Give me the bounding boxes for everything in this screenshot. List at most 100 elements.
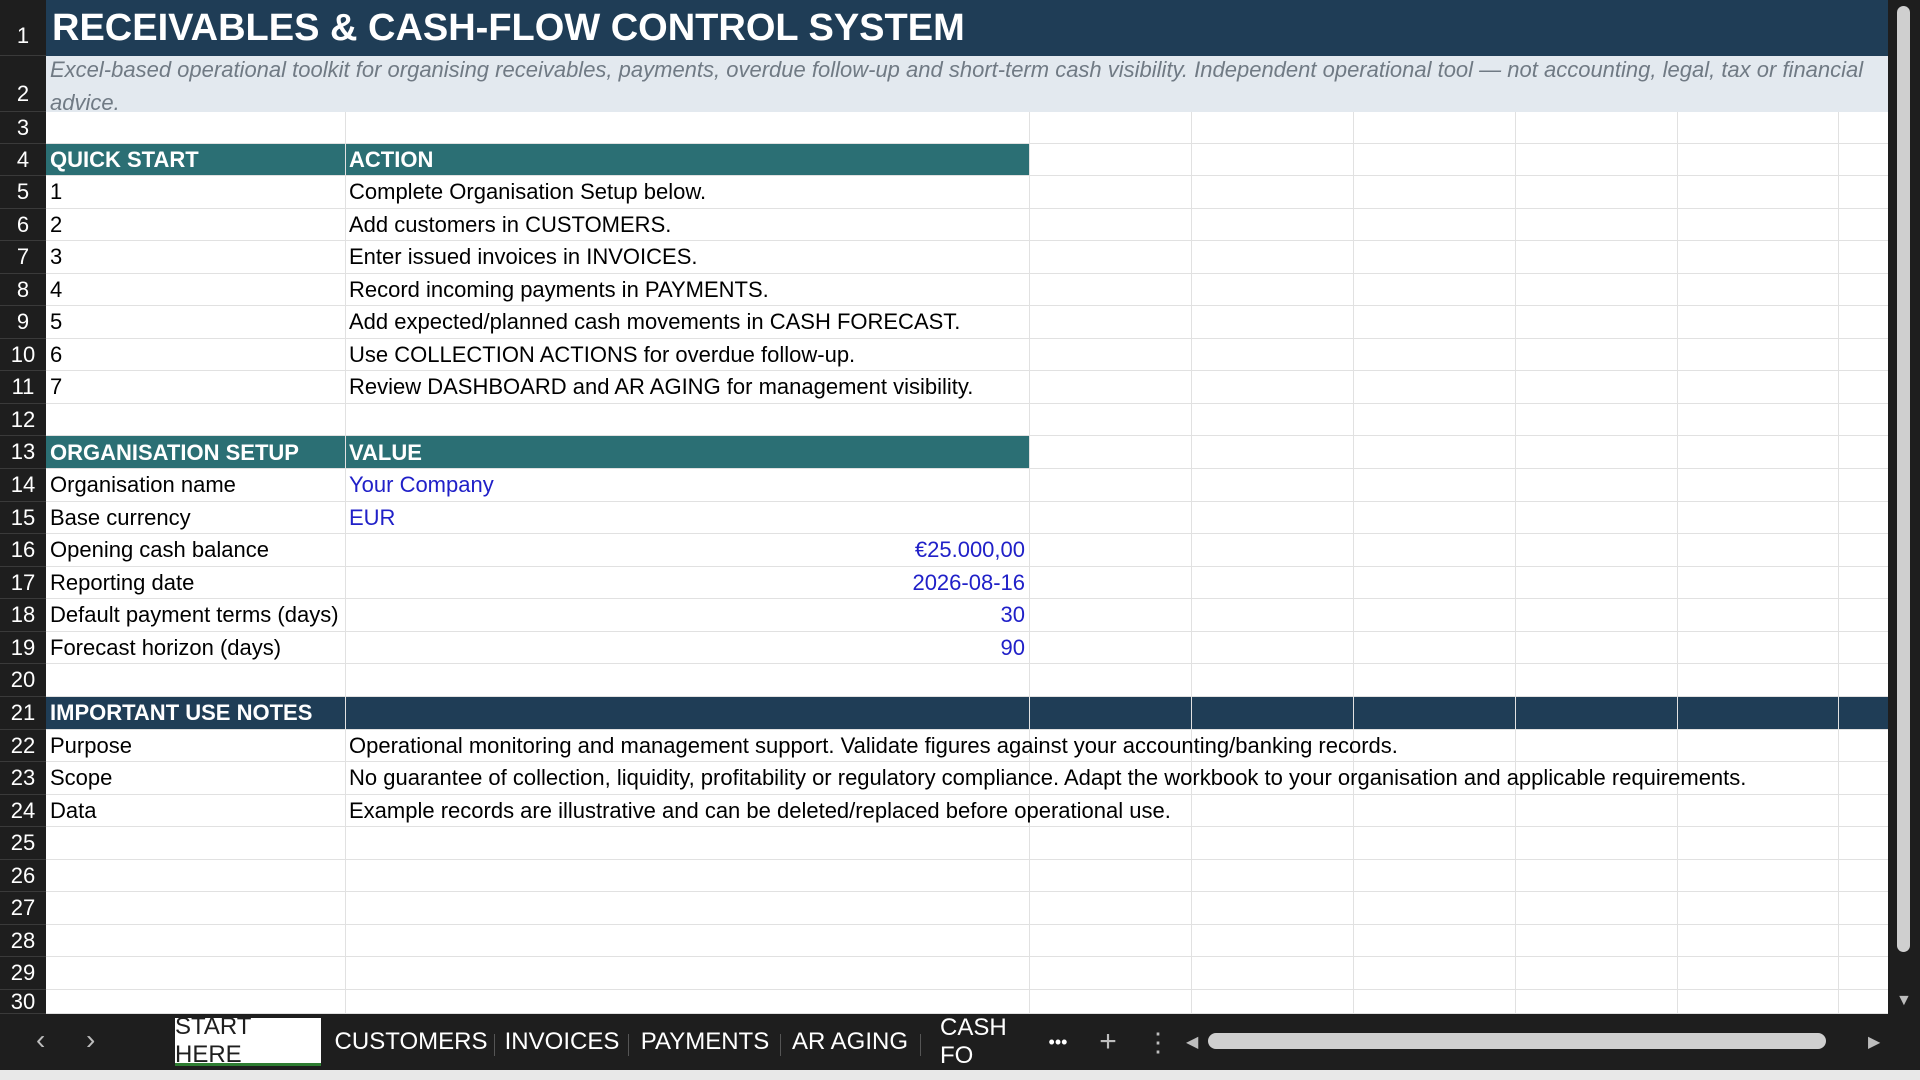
- column-gridline: [1353, 112, 1354, 1014]
- row-number: 1: [16, 23, 30, 48]
- row-header[interactable]: 22: [0, 730, 46, 762]
- row-number: 30: [10, 988, 36, 1014]
- payment-terms-value[interactable]: 30: [345, 599, 1029, 631]
- row-header[interactable]: 5: [0, 176, 46, 209]
- notes-header: IMPORTANT USE NOTES: [50, 700, 313, 725]
- tab-cash-forecast[interactable]: CASH FO: [928, 1018, 1040, 1066]
- row-header[interactable]: 10: [0, 339, 46, 371]
- base-currency-value[interactable]: EUR: [345, 502, 399, 534]
- quick-start-step-number[interactable]: 1: [46, 176, 66, 208]
- prev-sheet-button[interactable]: ‹: [36, 1024, 45, 1056]
- tab-start-here[interactable]: START HERE: [175, 1013, 321, 1068]
- quick-start-step-action[interactable]: Add expected/planned cash movements in C…: [345, 306, 964, 338]
- quick-start-step-number[interactable]: 7: [46, 371, 66, 403]
- tab-label: PAYMENTS: [640, 1028, 770, 1055]
- row-header[interactable]: 4: [0, 144, 46, 176]
- organisation-name-value[interactable]: Your Company: [345, 469, 498, 501]
- tab-separator: [494, 1034, 495, 1056]
- row-header[interactable]: 19: [0, 632, 46, 664]
- row-header[interactable]: 7: [0, 241, 46, 274]
- vertical-scroll-thumb[interactable]: [1897, 6, 1910, 952]
- row-header[interactable]: 13: [0, 436, 46, 469]
- org-setup-label[interactable]: Reporting date: [46, 567, 198, 599]
- note-text[interactable]: Operational monitoring and management su…: [345, 730, 1402, 762]
- hscroll-right-arrow-icon[interactable]: ▶: [1868, 1032, 1880, 1052]
- horizontal-scroll-thumb[interactable]: [1208, 1033, 1826, 1049]
- tab-payments[interactable]: PAYMENTS: [636, 1018, 774, 1066]
- row-header[interactable]: 30: [0, 988, 46, 1014]
- tab-ar-aging[interactable]: AR AGING: [788, 1018, 912, 1066]
- row-header[interactable]: 11: [0, 371, 46, 404]
- row-header[interactable]: 24: [0, 795, 46, 827]
- row-header[interactable]: 14: [0, 469, 46, 502]
- note-label[interactable]: Data: [46, 795, 100, 827]
- row-header[interactable]: 18: [0, 599, 46, 632]
- row-header[interactable]: 16: [0, 534, 46, 567]
- opening-cash-balance-value[interactable]: €25.000,00: [345, 534, 1029, 566]
- row-gridline: [46, 924, 1888, 925]
- row-header[interactable]: 3: [0, 112, 46, 144]
- row-header[interactable]: 23: [0, 762, 46, 795]
- row-gridline: [46, 891, 1888, 892]
- note-label[interactable]: Scope: [46, 762, 116, 794]
- tab-invoices[interactable]: INVOICES: [503, 1018, 621, 1066]
- row-number: 24: [10, 797, 36, 823]
- row-header[interactable]: 15: [0, 502, 46, 534]
- org-setup-label[interactable]: Base currency: [46, 502, 195, 534]
- sheet-menu-icon[interactable]: ⋮: [1140, 1018, 1176, 1066]
- reporting-date-value[interactable]: 2026-08-16: [345, 567, 1029, 599]
- row-number: 13: [10, 439, 36, 464]
- note-text[interactable]: Example records are illustrative and can…: [345, 795, 1175, 827]
- org-setup-label[interactable]: Forecast horizon (days): [46, 632, 285, 664]
- tab-label: INVOICES: [504, 1028, 620, 1055]
- quick-start-step-action[interactable]: Add customers in CUSTOMERS.: [345, 209, 675, 241]
- row-number: 25: [10, 830, 36, 855]
- quick-start-step-number[interactable]: 3: [46, 241, 66, 273]
- row-header[interactable]: 26: [0, 860, 46, 892]
- quick-start-step-action[interactable]: Enter issued invoices in INVOICES.: [345, 241, 701, 273]
- quick-start-step-number[interactable]: 4: [46, 274, 66, 306]
- quick-start-step-number[interactable]: 2: [46, 209, 66, 241]
- row-number: 15: [10, 504, 36, 530]
- quick-start-step-number[interactable]: 5: [46, 306, 66, 338]
- spreadsheet-grid[interactable]: RECEIVABLES & CASH-FLOW CONTROL SYSTEM E…: [0, 0, 1920, 1014]
- scroll-down-arrow-icon[interactable]: ▼: [1896, 992, 1912, 1010]
- tab-customers[interactable]: CUSTOMERS: [335, 1018, 488, 1066]
- forecast-horizon-value[interactable]: 90: [345, 632, 1029, 664]
- hscroll-left-arrow-icon[interactable]: ◀: [1186, 1032, 1198, 1052]
- row-header[interactable]: 25: [0, 827, 46, 860]
- org-setup-label[interactable]: Opening cash balance: [46, 534, 273, 566]
- row-header[interactable]: 2: [0, 56, 46, 112]
- value-header: VALUE: [349, 439, 422, 465]
- quick-start-step-action[interactable]: Review DASHBOARD and AR AGING for manage…: [345, 371, 977, 403]
- quick-start-step-action[interactable]: Record incoming payments in PAYMENTS.: [345, 274, 773, 306]
- row-header[interactable]: 28: [0, 925, 46, 957]
- row-header[interactable]: 17: [0, 567, 46, 599]
- quick-start-step-number[interactable]: 6: [46, 339, 66, 371]
- quick-start-step-action[interactable]: Use COLLECTION ACTIONS for overdue follo…: [345, 339, 859, 371]
- row-header[interactable]: 12: [0, 404, 46, 436]
- row-number: 11: [11, 374, 35, 399]
- more-tabs-icon[interactable]: •••: [1040, 1018, 1076, 1066]
- org-setup-label[interactable]: Organisation name: [46, 469, 240, 501]
- row-gridline: [46, 989, 1888, 990]
- row-header[interactable]: 27: [0, 892, 46, 925]
- row-number: 23: [10, 765, 36, 790]
- row-header[interactable]: 1: [0, 0, 46, 56]
- row-gridline: [46, 338, 1888, 339]
- row-header[interactable]: 8: [0, 274, 46, 306]
- note-text[interactable]: No guarantee of collection, liquidity, p…: [345, 762, 1750, 794]
- row-header[interactable]: 6: [0, 209, 46, 241]
- add-sheet-icon[interactable]: +: [1090, 1018, 1126, 1066]
- vertical-scrollbar[interactable]: ▼: [1888, 0, 1920, 1014]
- row-number: 7: [16, 244, 30, 269]
- next-sheet-button[interactable]: ›: [86, 1024, 95, 1056]
- row-number: 8: [16, 276, 30, 302]
- row-header[interactable]: 9: [0, 306, 46, 339]
- row-header[interactable]: 29: [0, 957, 46, 990]
- org-setup-label[interactable]: Default payment terms (days): [46, 599, 343, 631]
- row-header[interactable]: 20: [0, 664, 46, 697]
- note-label[interactable]: Purpose: [46, 730, 136, 762]
- row-header[interactable]: 21: [0, 697, 46, 730]
- quick-start-step-action[interactable]: Complete Organisation Setup below.: [345, 176, 710, 208]
